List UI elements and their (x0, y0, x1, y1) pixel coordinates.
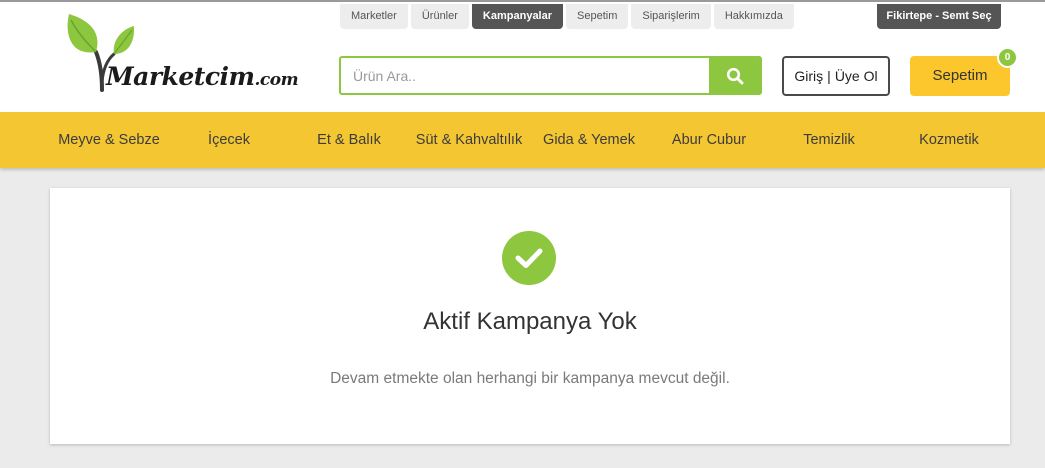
tab-siparislerim[interactable]: Siparişlerim (631, 4, 711, 29)
campaign-notice-card: Aktif Kampanya Yok Devam etmekte olan he… (50, 188, 1010, 444)
category-kozmetik[interactable]: Kozmetik (919, 112, 979, 168)
success-badge (502, 231, 556, 285)
login-register-button[interactable]: Giriş | Üye Ol (782, 56, 890, 96)
register-link[interactable]: Üye Ol (835, 68, 878, 84)
cart-count-badge: 0 (997, 47, 1018, 68)
brand-suffix: .com (254, 70, 299, 90)
tab-marketler[interactable]: Marketler (340, 4, 408, 29)
category-meyve-sebze[interactable]: Meyve & Sebze (58, 112, 160, 168)
tab-hakkimizda[interactable]: Hakkımızda (713, 4, 794, 29)
search-button[interactable] (709, 58, 760, 93)
checkmark-icon (515, 248, 543, 268)
tab-kampanyalar[interactable]: Kampanyalar (471, 4, 564, 29)
login-link[interactable]: Giriş (794, 68, 823, 84)
search-input[interactable] (341, 58, 709, 93)
site-header: Marketcim.com Marketler Ürünler Kampanya… (0, 2, 1045, 112)
category-icecek[interactable]: İçecek (208, 112, 250, 168)
category-bar: Meyve & Sebze İçecek Et & Balık Süt & Ka… (0, 112, 1045, 168)
search-icon (726, 67, 743, 84)
top-nav-tabs: Marketler Ürünler Kampanyalar Sepetim Si… (340, 4, 794, 30)
tab-urunler[interactable]: Ürünler (410, 4, 469, 29)
category-gida-yemek[interactable]: Gida & Yemek (543, 112, 635, 168)
category-sut-kahvaltilik[interactable]: Süt & Kahvaltılık (416, 112, 522, 168)
tab-sepetim[interactable]: Sepetim (566, 4, 629, 29)
district-select-button[interactable]: Fikirtepe - Semt Seç (877, 4, 1001, 29)
notice-title: Aktif Kampanya Yok (423, 308, 637, 335)
cart-button[interactable]: Sepetim (910, 56, 1010, 96)
category-temizlik[interactable]: Temizlik (803, 112, 855, 168)
brand-name: Marketcim (106, 62, 255, 91)
logo-wordmark: Marketcim.com (106, 62, 299, 91)
search-bar (339, 56, 762, 95)
notice-message: Devam etmekte olan herhangi bir kampanya… (330, 370, 730, 387)
auth-separator: | (827, 68, 831, 84)
category-abur-cubur[interactable]: Abur Cubur (672, 112, 746, 168)
category-et-balik[interactable]: Et & Balık (317, 112, 381, 168)
site-logo[interactable]: Marketcim.com (62, 12, 312, 97)
